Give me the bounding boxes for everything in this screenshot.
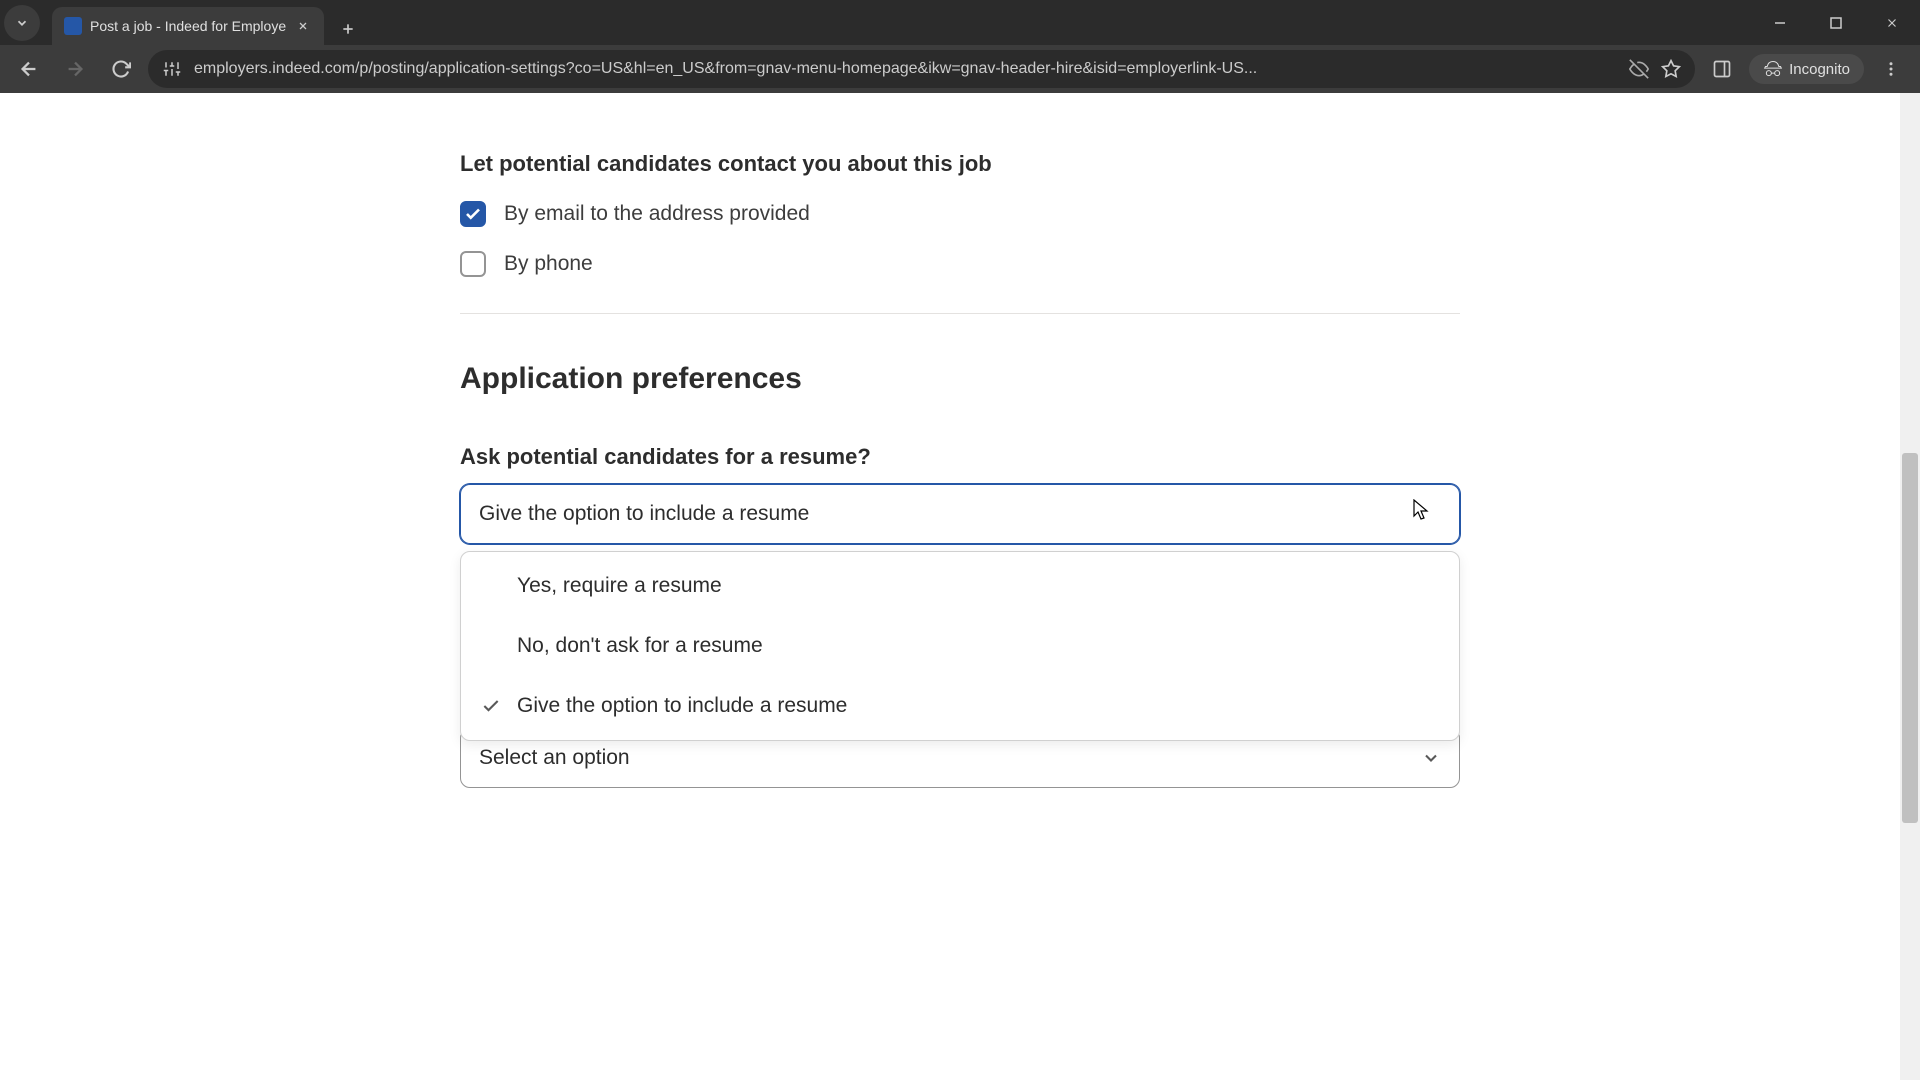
chevron-down-icon [15, 16, 29, 30]
resume-select[interactable]: Give the option to include a resume Yes,… [460, 484, 1460, 544]
resume-option-require[interactable]: Yes, require a resume [461, 556, 1459, 616]
tab-strip: Post a job - Indeed for Employe [44, 0, 1752, 45]
timeline-select-value: Select an option [479, 746, 1421, 770]
resume-dropdown: Yes, require a resume No, don't ask for … [460, 551, 1460, 741]
incognito-label: Incognito [1789, 61, 1850, 78]
arrow-left-icon [18, 58, 40, 80]
close-window-button[interactable] [1864, 3, 1920, 43]
option-label: Give the option to include a resume [517, 694, 847, 718]
option-label: Yes, require a resume [517, 574, 722, 598]
scrollbar-track[interactable] [1900, 93, 1920, 1080]
incognito-icon [1763, 60, 1783, 78]
menu-button[interactable] [1872, 50, 1910, 88]
close-icon[interactable] [294, 17, 312, 35]
plus-icon [340, 21, 356, 37]
site-settings-icon[interactable] [162, 59, 182, 79]
email-checkbox-label: By email to the address provided [504, 202, 810, 226]
option-label: No, don't ask for a resume [517, 634, 763, 658]
scrollbar-thumb[interactable] [1902, 453, 1918, 823]
phone-checkbox[interactable] [460, 251, 486, 277]
chevron-down-icon [1421, 748, 1441, 768]
search-tabs-button[interactable] [4, 5, 40, 41]
back-button[interactable] [10, 50, 48, 88]
contact-heading: Let potential candidates contact you abo… [460, 151, 1460, 177]
url-text: employers.indeed.com/p/posting/applicati… [194, 60, 1617, 78]
arrow-right-icon [64, 58, 86, 80]
resume-select-value: Give the option to include a resume [479, 502, 1441, 526]
section-divider [460, 313, 1460, 314]
reload-button[interactable] [102, 50, 140, 88]
tab-title: Post a job - Indeed for Employe [90, 18, 286, 34]
page-viewport: Let potential candidates contact you abo… [0, 93, 1920, 1080]
check-icon [479, 696, 503, 716]
browser-chrome: Post a job - Indeed for Employe employer… [0, 0, 1920, 93]
kebab-icon [1882, 60, 1900, 78]
titlebar: Post a job - Indeed for Employe [0, 0, 1920, 45]
new-tab-button[interactable] [332, 13, 364, 45]
forward-button[interactable] [56, 50, 94, 88]
reload-icon [111, 59, 131, 79]
address-bar[interactable]: employers.indeed.com/p/posting/applicati… [148, 50, 1695, 88]
checkbox-row-email: By email to the address provided [460, 201, 1460, 227]
tab-favicon [64, 17, 82, 35]
minimize-button[interactable] [1752, 3, 1808, 43]
checkbox-row-phone: By phone [460, 251, 1460, 277]
check-icon [464, 205, 482, 223]
maximize-button[interactable] [1808, 3, 1864, 43]
resume-question-label: Ask potential candidates for a resume? [460, 444, 1460, 470]
email-checkbox[interactable] [460, 201, 486, 227]
eye-off-icon[interactable] [1629, 59, 1649, 79]
side-panel-button[interactable] [1703, 50, 1741, 88]
preferences-heading: Application preferences [460, 362, 1460, 396]
incognito-badge[interactable]: Incognito [1749, 54, 1864, 84]
star-icon[interactable] [1661, 59, 1681, 79]
browser-toolbar: employers.indeed.com/p/posting/applicati… [0, 45, 1920, 93]
window-controls [1752, 3, 1920, 43]
page-content: Let potential candidates contact you abo… [460, 93, 1460, 788]
browser-tab[interactable]: Post a job - Indeed for Employe [52, 7, 324, 45]
resume-option-no[interactable]: No, don't ask for a resume [461, 616, 1459, 676]
panel-icon [1712, 59, 1732, 79]
resume-option-optional[interactable]: Give the option to include a resume [461, 676, 1459, 736]
phone-checkbox-label: By phone [504, 252, 593, 276]
